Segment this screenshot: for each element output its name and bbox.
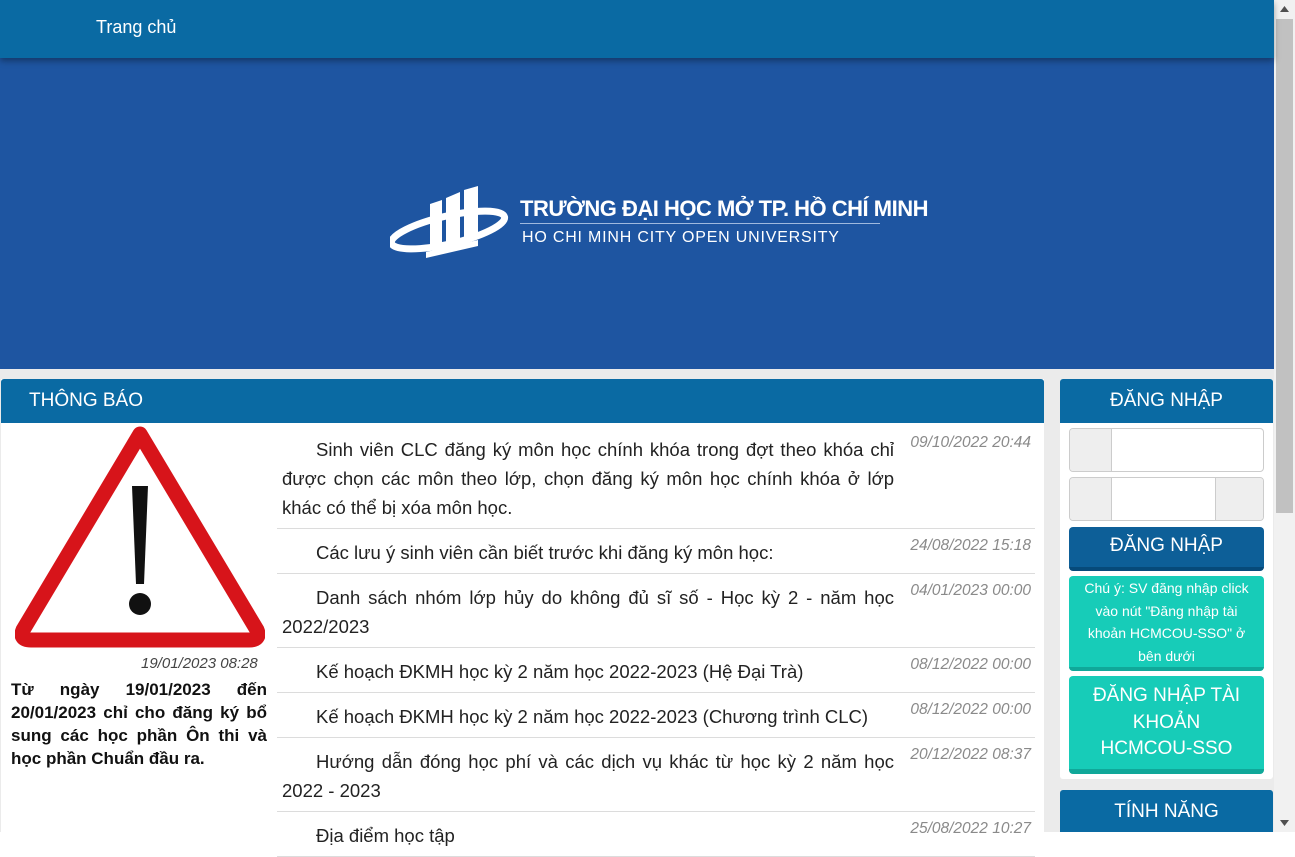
- top-navbar: Trang chủ: [0, 0, 1274, 58]
- list-item: Sinh viên CLC đăng ký môn học chính khóa…: [277, 426, 1035, 529]
- login-panel: ĐĂNG NHẬP ĐĂNG NHẬP Chú ý: SV đăng nhập …: [1060, 379, 1273, 779]
- lock-icon: [1070, 478, 1112, 520]
- announcement-date: 20/12/2022 08:37: [910, 746, 1031, 763]
- list-item: Hướng dẫn đóng học phí và các dịch vụ kh…: [277, 738, 1035, 812]
- user-icon: [1070, 429, 1112, 471]
- announcement-date: 09/10/2022 20:44: [910, 434, 1031, 451]
- password-input[interactable]: [1113, 479, 1217, 519]
- university-name-en: HO CHI MINH CITY OPEN UNIVERSITY: [522, 229, 840, 246]
- scroll-down-icon[interactable]: [1274, 814, 1295, 832]
- announcement-date: 08/12/2022 00:00: [910, 656, 1031, 673]
- features-header: TÍNH NĂNG: [1060, 790, 1273, 832]
- announcement-title[interactable]: Kế hoạch ĐKMH học kỳ 2 năm học 2022-2023…: [277, 702, 894, 731]
- login-button[interactable]: ĐĂNG NHẬP: [1069, 527, 1264, 571]
- featured-date: 19/01/2023 08:28: [141, 655, 258, 672]
- list-item: Địa điểm học tập 25/08/2022 10:27: [277, 812, 1035, 857]
- logo-divider: [520, 223, 880, 224]
- announcements-header: THÔNG BÁO: [1, 379, 1044, 423]
- password-field: [1069, 477, 1264, 521]
- announcement-title[interactable]: Địa điểm học tập: [277, 821, 894, 850]
- announcement-title[interactable]: Các lưu ý sinh viên cần biết trước khi đ…: [277, 538, 894, 567]
- username-input[interactable]: [1113, 430, 1257, 470]
- list-item: Các lưu ý sinh viên cần biết trước khi đ…: [277, 529, 1035, 574]
- announcement-list: Sinh viên CLC đăng ký môn học chính khóa…: [277, 426, 1035, 857]
- university-name-vn: TRƯỜNG ĐẠI HỌC MỞ TP. HỒ CHÍ MINH: [520, 196, 929, 221]
- university-logo-icon: [390, 186, 509, 258]
- announcement-title[interactable]: Danh sách nhóm lớp hủy do không đủ sĩ số…: [277, 583, 894, 641]
- announcement-date: 24/08/2022 15:18: [910, 537, 1031, 554]
- sso-login-button[interactable]: ĐĂNG NHẬP TÀI KHOẢN HCMCOU-SSO: [1069, 676, 1264, 774]
- announcements-panel: THÔNG BÁO 19/01/2023 08:28 Từ ngày 19/01…: [1, 379, 1044, 857]
- scrollbar[interactable]: [1274, 0, 1295, 832]
- university-logo: TRƯỜNG ĐẠI HỌC MỞ TP. HỒ CHÍ MINH HO CHI…: [390, 186, 929, 266]
- featured-text[interactable]: Từ ngày 19/01/2023 đến 20/01/2023 chỉ ch…: [11, 678, 267, 770]
- announcement-date: 08/12/2022 00:00: [910, 701, 1031, 718]
- announcement-date: 04/01/2023 00:00: [910, 582, 1031, 599]
- list-item: Kế hoạch ĐKMH học kỳ 2 năm học 2022-2023…: [277, 693, 1035, 738]
- announcement-title[interactable]: Kế hoạch ĐKMH học kỳ 2 năm học 2022-2023…: [277, 657, 894, 686]
- header-banner: TRƯỜNG ĐẠI HỌC MỞ TP. HỒ CHÍ MINH HO CHI…: [0, 58, 1274, 369]
- warning-icon: [15, 426, 265, 648]
- list-item: Kế hoạch ĐKMH học kỳ 2 năm học 2022-2023…: [277, 648, 1035, 693]
- login-note: Chú ý: SV đăng nhập click vào nút "Đăng …: [1069, 576, 1264, 671]
- username-field: [1069, 428, 1264, 472]
- scrollbar-thumb[interactable]: [1276, 19, 1293, 513]
- announcement-date: 25/08/2022 10:27: [910, 820, 1031, 837]
- announcement-title[interactable]: Sinh viên CLC đăng ký môn học chính khóa…: [277, 435, 894, 522]
- nav-home-link[interactable]: Trang chủ: [96, 17, 176, 38]
- password-toggle[interactable]: [1215, 478, 1263, 520]
- announcement-title[interactable]: Hướng dẫn đóng học phí và các dịch vụ kh…: [277, 747, 894, 805]
- list-item: Danh sách nhóm lớp hủy do không đủ sĩ số…: [277, 574, 1035, 648]
- login-header: ĐĂNG NHẬP: [1060, 379, 1273, 423]
- scroll-up-icon[interactable]: [1274, 0, 1295, 18]
